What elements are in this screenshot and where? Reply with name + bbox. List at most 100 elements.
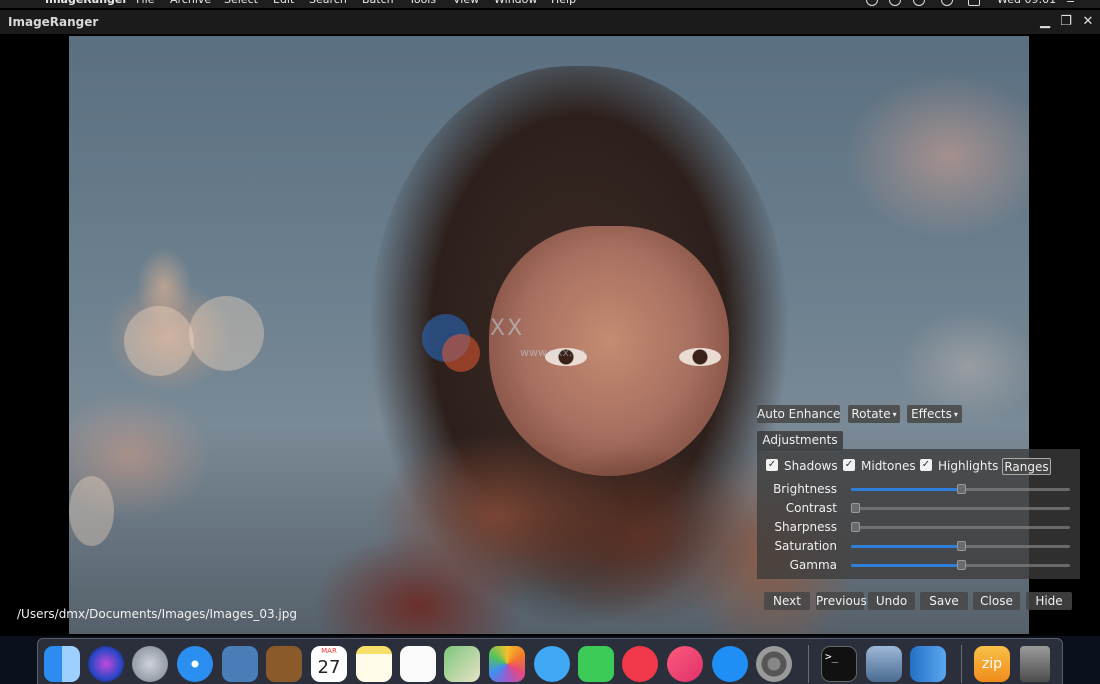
slider-thumb[interactable] [957,484,966,494]
save-label: Save [929,594,959,608]
bokeh-light [189,296,264,371]
hide-label: Hide [1035,594,1063,608]
menu-window[interactable]: Window [494,0,537,8]
adjustments-tab[interactable]: Adjustments [757,431,843,450]
calendar-icon[interactable]: MAR 27 [311,646,347,682]
save-button[interactable]: Save [920,592,968,610]
effects-dropdown[interactable]: Effects ▾ [907,405,962,423]
close-label: Close [980,594,1013,608]
shadows-label: Shadows [784,459,838,473]
midtones-checkbox[interactable]: ✓ [843,459,855,471]
slider-fill [851,488,961,491]
undo-label: Undo [875,594,908,608]
slider-thumb[interactable] [957,541,966,551]
minimize-icon[interactable]: ▁ [1036,13,1054,31]
slider-fill [851,545,961,548]
calendar-month: MAR [321,647,337,655]
news-icon[interactable] [622,646,658,682]
status-icon-2[interactable] [889,0,901,6]
next-button[interactable]: Next [764,592,810,610]
display-icon[interactable] [968,0,980,6]
launchpad-icon[interactable] [132,646,168,682]
ranges-button[interactable]: Ranges [1002,458,1051,475]
midtones-label: Midtones [861,459,916,473]
music-icon[interactable] [667,646,703,682]
menu-tools[interactable]: Tools [409,0,436,8]
sharpness-label: Sharpness [774,520,837,534]
system-preferences-icon[interactable] [756,646,792,682]
notes-icon[interactable] [356,646,392,682]
finder-icon[interactable] [44,646,80,682]
watermark-subtext: www.xxx.cn [520,346,586,359]
previous-button[interactable]: Previous [816,592,867,610]
archive-label: zip [981,656,1003,672]
contrast-label: Contrast [785,501,837,515]
facetime-icon[interactable] [578,646,614,682]
safari-icon[interactable] [177,646,213,682]
photos-icon[interactable] [489,646,525,682]
reminders-icon[interactable] [400,646,436,682]
sharpness-slider[interactable] [851,522,1070,532]
ranges-label: Ranges [1004,460,1049,474]
menu-app-name[interactable]: ImageRanger [45,0,128,8]
menu-view[interactable]: View [453,0,479,8]
window-title: ImageRanger [8,15,99,29]
archive-icon[interactable]: zip [974,646,1010,682]
menu-archive[interactable]: Archive [170,0,211,8]
adjustments-label: Adjustments [762,433,838,447]
slider-thumb[interactable] [851,522,860,532]
shadows-checkbox[interactable]: ✓ [766,459,778,471]
menu-list-icon[interactable]: ≡ [1066,0,1075,8]
menu-edit[interactable]: Edit [273,0,294,8]
file-path: /Users/dmx/Documents/Images/Images_03.jp… [17,607,297,621]
dock-separator [808,645,809,683]
maps-icon[interactable] [444,646,480,682]
menu-search[interactable]: Search [309,0,347,8]
terminal-icon[interactable]: >_ [821,646,857,682]
watermark-circle-orange [442,334,480,372]
undo-button[interactable]: Undo [868,592,915,610]
slider-thumb[interactable] [957,560,966,570]
close-button[interactable]: Close [973,592,1020,610]
status-icon-1[interactable] [866,0,878,6]
contrast-slider[interactable] [851,503,1070,513]
messages-icon[interactable] [534,646,570,682]
saturation-slider[interactable] [851,541,1070,551]
rotate-dropdown[interactable]: Rotate ▾ [848,405,900,423]
menu-select[interactable]: Select [224,0,258,8]
auto-enhance-label: Auto Enhance [757,407,841,421]
right-eye [679,348,721,366]
menu-help[interactable]: Help [551,0,576,8]
books-icon[interactable] [910,646,946,682]
notes-book-icon[interactable] [266,646,302,682]
bokeh-light [124,306,194,376]
preview-icon[interactable] [866,646,902,682]
mail-icon[interactable] [222,646,258,682]
title-bar: ImageRanger ▁ ❐ ✕ [0,10,1100,34]
slider-thumb[interactable] [851,503,860,513]
menu-batch[interactable]: Batch [362,0,394,8]
highlights-checkbox[interactable]: ✓ [920,459,932,471]
hide-button[interactable]: Hide [1026,592,1072,610]
menu-clock[interactable]: Wed 09:01 [997,0,1056,8]
rotate-label: Rotate [851,407,891,421]
dock-separator [961,645,962,683]
trash-icon[interactable] [1020,646,1050,682]
menu-bar: ImageRanger File Archive Select Edit Sea… [0,0,1100,8]
brightness-label: Brightness [773,482,837,496]
brightness-slider[interactable] [851,484,1070,494]
spotlight-icon[interactable] [941,0,953,6]
auto-enhance-button[interactable]: Auto Enhance [757,405,840,423]
siri-icon[interactable] [88,646,124,682]
calendar-day: 27 [317,657,341,678]
gamma-slider[interactable] [851,560,1070,570]
watermark-text: XX [490,316,525,341]
restore-icon[interactable]: ❐ [1057,13,1075,31]
slider-fill [851,564,961,567]
status-icon-3[interactable] [913,0,925,6]
terminal-prompt: >_ [825,650,839,663]
effects-label: Effects [911,407,952,421]
close-icon[interactable]: ✕ [1079,13,1097,31]
app-store-icon[interactable] [712,646,748,682]
menu-file[interactable]: File [136,0,154,8]
